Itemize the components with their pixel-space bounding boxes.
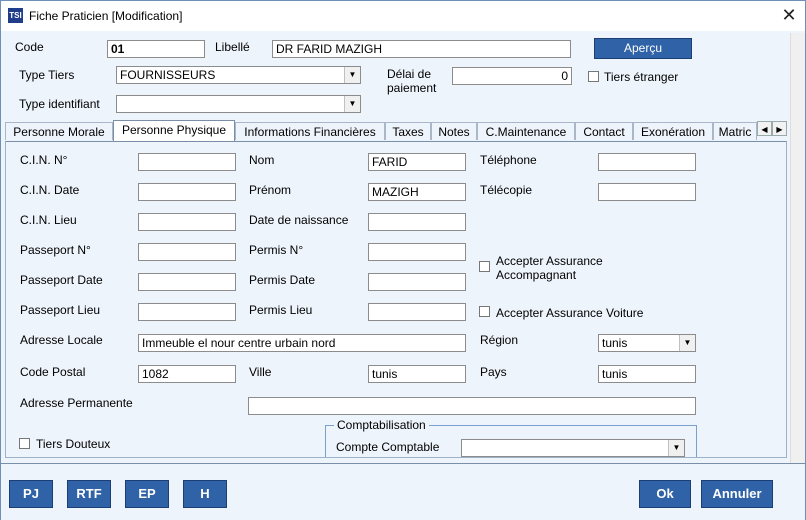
footer-bar: PJ RTF EP H Ok Annuler [1, 463, 805, 520]
tab-informations-financieres[interactable]: Informations Financières [235, 122, 385, 140]
pays-field[interactable]: tunis [598, 365, 696, 383]
type-identifiant-select[interactable]: ▼ [116, 95, 361, 113]
code-postal-field[interactable]: 1082 [138, 365, 236, 383]
window-title: Fiche Praticien [Modification] [29, 9, 183, 23]
tiers-etranger-checkbox[interactable] [588, 71, 599, 82]
apercu-button[interactable]: Aperçu [594, 38, 692, 59]
h-button[interactable]: H [183, 480, 227, 508]
title-bar: TSI Fiche Praticien [Modification] ✕ [1, 1, 805, 31]
region-select[interactable]: tunis ▼ [598, 334, 696, 352]
rtf-button[interactable]: RTF [67, 480, 111, 508]
code-field[interactable]: 01 [107, 40, 205, 58]
compte-comptable-select[interactable]: ▼ [461, 439, 685, 457]
accepter-assurance-accompagnant-label-line1: Accepter Assurance [496, 254, 603, 268]
cin-lieu-label: C.I.N. Lieu [20, 213, 77, 227]
cin-no-label: C.I.N. N° [20, 153, 68, 167]
pj-button[interactable]: PJ [9, 480, 53, 508]
permis-lieu-field[interactable] [368, 303, 466, 321]
ok-button[interactable]: Ok [639, 480, 691, 508]
date-naissance-field[interactable] [368, 213, 466, 231]
telecopie-field[interactable] [598, 183, 696, 201]
telephone-label: Téléphone [480, 153, 537, 167]
libelle-field[interactable]: DR FARID MAZIGH [272, 40, 571, 58]
cin-lieu-field[interactable] [138, 213, 236, 231]
code-label: Code [15, 40, 44, 54]
telephone-field[interactable] [598, 153, 696, 171]
chevron-down-icon[interactable]: ▼ [344, 67, 360, 83]
cin-date-label: C.I.N. Date [20, 183, 80, 197]
ville-label: Ville [249, 365, 272, 379]
pays-label: Pays [480, 365, 507, 379]
adresse-locale-label: Adresse Locale [20, 333, 103, 347]
passeport-no-field[interactable] [138, 243, 236, 261]
tab-contact[interactable]: Contact [575, 122, 633, 140]
tab-personne-morale[interactable]: Personne Morale [5, 122, 113, 140]
accepter-assurance-voiture-checkbox[interactable] [479, 306, 490, 317]
tab-exoneration[interactable]: Exonération [633, 122, 713, 140]
close-icon[interactable]: ✕ [777, 3, 801, 27]
chevron-down-icon[interactable]: ▼ [679, 335, 695, 351]
prenom-label: Prénom [249, 183, 292, 197]
permis-date-field[interactable] [368, 273, 466, 291]
type-tiers-select[interactable]: FOURNISSEURS ▼ [116, 66, 361, 84]
annuler-button[interactable]: Annuler [701, 480, 773, 508]
passeport-lieu-field[interactable] [138, 303, 236, 321]
chevron-right-icon[interactable]: ▶ [772, 121, 787, 136]
cin-date-field[interactable] [138, 183, 236, 201]
ep-button[interactable]: EP [125, 480, 169, 508]
tiers-etranger-label: Tiers étranger [604, 70, 679, 84]
tab-strip: Personne Morale Personne Physique Inform… [5, 120, 789, 141]
telecopie-label: Télécopie [480, 183, 533, 197]
accepter-assurance-voiture-label: Accepter Assurance Voiture [496, 306, 644, 320]
adresse-permanente-label: Adresse Permanente [20, 396, 133, 410]
region-value: tunis [602, 336, 628, 350]
type-tiers-value: FOURNISSEURS [120, 68, 216, 82]
nom-field[interactable]: FARID [368, 153, 466, 171]
chevron-down-icon[interactable]: ▼ [344, 96, 360, 112]
passeport-date-label: Passeport Date [20, 273, 103, 287]
permis-no-label: Permis N° [249, 243, 304, 257]
region-label: Région [480, 333, 519, 347]
comptabilisation-title: Comptabilisation [334, 418, 429, 432]
type-tiers-label: Type Tiers [19, 68, 75, 82]
ville-field[interactable]: tunis [368, 365, 466, 383]
tab-c-maintenance[interactable]: C.Maintenance [477, 122, 575, 140]
tab-matric[interactable]: Matric [713, 122, 757, 140]
delai-label-line1: Délai de [387, 67, 432, 81]
prenom-field[interactable]: MAZIGH [368, 183, 466, 201]
code-postal-label: Code Postal [20, 365, 86, 379]
chevron-down-icon[interactable]: ▼ [668, 440, 684, 456]
delai-label-line2: paiement [387, 81, 437, 95]
adresse-permanente-field[interactable] [248, 397, 696, 415]
adresse-locale-field[interactable]: Immeuble el nour centre urbain nord [138, 334, 466, 352]
tab-scroll-arrows: ◀ ▶ [757, 121, 787, 136]
delai-paiement-field[interactable]: 0 [452, 67, 572, 85]
tab-taxes[interactable]: Taxes [385, 122, 431, 140]
chevron-left-icon[interactable]: ◀ [757, 121, 772, 136]
passeport-lieu-label: Passeport Lieu [20, 303, 101, 317]
vertical-scrollbar[interactable] [790, 33, 805, 463]
passeport-no-label: Passeport N° [20, 243, 91, 257]
tiers-douteux-label: Tiers Douteux [36, 437, 111, 451]
dialog-window: TSI Fiche Praticien [Modification] ✕ Cod… [0, 0, 806, 520]
app-logo-icon: TSI [8, 8, 23, 23]
cin-no-field[interactable] [138, 153, 236, 171]
date-naissance-label: Date de naissance [249, 213, 349, 227]
permis-date-label: Permis Date [249, 273, 316, 287]
nom-label: Nom [249, 153, 275, 167]
libelle-label: Libellé [215, 40, 250, 54]
compte-comptable-label: Compte Comptable [336, 440, 440, 454]
passeport-date-field[interactable] [138, 273, 236, 291]
tab-personne-physique[interactable]: Personne Physique [113, 120, 235, 141]
accepter-assurance-accompagnant-checkbox[interactable] [479, 261, 490, 272]
permis-lieu-label: Permis Lieu [249, 303, 313, 317]
type-identifiant-label: Type identifiant [19, 97, 100, 111]
tiers-douteux-checkbox[interactable] [19, 438, 30, 449]
accepter-assurance-accompagnant-label-line2: Accompagnant [496, 268, 577, 282]
personne-physique-panel: C.I.N. N° C.I.N. Date C.I.N. Lieu Passep… [5, 141, 787, 458]
tab-notes[interactable]: Notes [431, 122, 477, 140]
permis-no-field[interactable] [368, 243, 466, 261]
